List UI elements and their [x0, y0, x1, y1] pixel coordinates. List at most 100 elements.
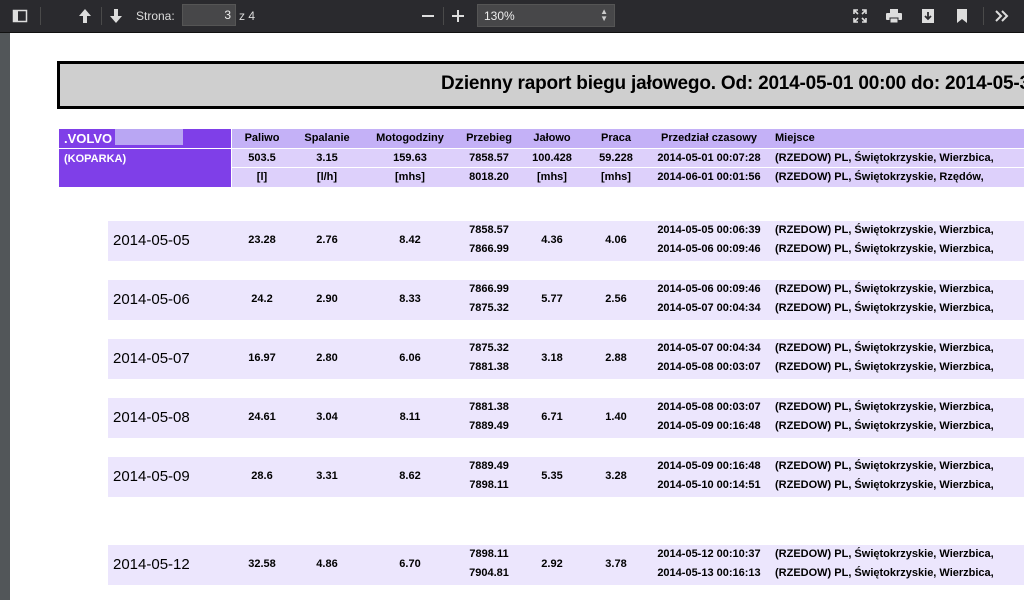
col-praca: Praca [601, 132, 631, 144]
page-total: z 4 [239, 9, 256, 23]
row-miejsce-end: (RZEDOW) PL, Świętokrzyskie, Wierzbica, [775, 567, 994, 579]
table-row: 2014-05-06 24.2 2.90 8.33 7866.99 7875.3… [108, 280, 1024, 320]
row-miejsce-end: (RZEDOW) PL, Świętokrzyskie, Wierzbica, [775, 479, 994, 491]
row-date: 2014-05-07 [113, 350, 190, 367]
print-icon[interactable] [882, 4, 906, 28]
row-jalowo: 4.36 [541, 234, 563, 246]
bookmark-icon[interactable] [950, 4, 974, 28]
zoom-value: 130% [484, 9, 515, 23]
row-przebieg-end: 7889.49 [469, 420, 509, 432]
row-czas-end: 2014-05-07 00:04:34 [657, 302, 761, 314]
col-przedzial: Przedział czasowy [661, 132, 757, 144]
row-date: 2014-05-05 [113, 232, 190, 249]
document-page: Dzienny raport biegu jałowego. Od: 2014-… [10, 33, 1024, 600]
summary-czas-start: 2014-05-01 00:07:28 [657, 152, 761, 164]
row-miejsce-start: (RZEDOW) PL, Świętokrzyskie, Wierzbica, [775, 401, 994, 413]
download-icon[interactable] [916, 4, 940, 28]
row-spalanie: 2.76 [316, 234, 338, 246]
row-miejsce-end: (RZEDOW) PL, Świętokrzyskie, Wierzbica, [775, 302, 994, 314]
sidebar-toggle-icon[interactable] [8, 4, 32, 28]
row-paliwo: 16.97 [248, 352, 276, 364]
row-spalanie: 4.86 [316, 558, 338, 570]
zoom-in-button[interactable] [446, 4, 470, 28]
row-czas-end: 2014-05-10 00:14:51 [657, 479, 761, 491]
row-praca: 4.06 [605, 234, 627, 246]
row-czas-start: 2014-05-06 00:09:46 [657, 283, 761, 295]
row-czas-start: 2014-05-05 00:06:39 [657, 224, 761, 236]
row-przebieg-end: 7904.81 [469, 567, 509, 579]
summary-miejsce-end: (RZEDOW) PL, Świętokrzyskie, Rzędów, [775, 171, 984, 183]
row-motogodziny: 8.62 [399, 470, 421, 482]
row-praca: 2.56 [605, 293, 627, 305]
row-jalowo: 3.18 [541, 352, 563, 364]
col-miejsce: Miejsce [775, 132, 815, 144]
table-row: 2014-05-08 24.61 3.04 8.11 7881.38 7889.… [108, 398, 1024, 438]
arrow-down-icon[interactable] [104, 4, 128, 28]
page-number-input[interactable] [182, 4, 236, 26]
row-motogodziny: 6.06 [399, 352, 421, 364]
row-miejsce-start: (RZEDOW) PL, Świętokrzyskie, Wierzbica, [775, 548, 994, 560]
zoom-select[interactable]: 130% ▲ ▼ [477, 4, 615, 27]
row-praca: 3.78 [605, 558, 627, 570]
row-date: 2014-05-09 [113, 468, 190, 485]
toolbar-divider [983, 7, 984, 25]
row-paliwo: 32.58 [248, 558, 276, 570]
row-przebieg-end: 7875.32 [469, 302, 509, 314]
zoom-out-button[interactable] [416, 4, 440, 28]
row-przebieg-start: 7898.11 [469, 548, 509, 560]
toolbar-divider [101, 7, 102, 25]
row-motogodziny: 8.33 [399, 293, 421, 305]
unit-spalanie: [l/h] [316, 171, 338, 183]
row-jalowo: 5.35 [541, 470, 563, 482]
row-przebieg-start: 7866.99 [469, 283, 509, 295]
more-tools-icon[interactable] [990, 4, 1014, 28]
minus-icon [422, 15, 434, 17]
row-praca: 1.40 [605, 411, 627, 423]
unit-motogodziny: [mhs] [395, 171, 425, 183]
row-miejsce-start: (RZEDOW) PL, Świętokrzyskie, Wierzbica, [775, 460, 994, 472]
page-label: Strona: [136, 9, 175, 23]
row-jalowo: 5.77 [541, 293, 563, 305]
row-praca: 2.88 [605, 352, 627, 364]
report-title-box: Dzienny raport biegu jałowego. Od: 2014-… [57, 61, 1024, 109]
row-czas-start: 2014-05-07 00:04:34 [657, 342, 761, 354]
row-miejsce-end: (RZEDOW) PL, Świętokrzyskie, Wierzbica, [775, 243, 994, 255]
document-viewer[interactable]: Dzienny raport biegu jałowego. Od: 2014-… [0, 33, 1024, 600]
row-czas-start: 2014-05-09 00:16:48 [657, 460, 761, 472]
row-czas-end: 2014-05-08 00:03:07 [657, 361, 761, 373]
fullscreen-icon[interactable] [848, 4, 872, 28]
header-divider [232, 148, 1024, 149]
row-paliwo: 24.61 [248, 411, 276, 423]
col-przebieg: Przebieg [466, 132, 512, 144]
row-paliwo: 24.2 [251, 293, 273, 305]
unit-paliwo: [l] [256, 171, 268, 183]
row-spalanie: 3.04 [316, 411, 338, 423]
row-spalanie: 2.90 [316, 293, 338, 305]
summary-paliwo: 503.5 [248, 152, 276, 164]
row-miejsce-end: (RZEDOW) PL, Świętokrzyskie, Wierzbica, [775, 361, 994, 373]
summary-przebieg-end: 8018.20 [469, 171, 509, 183]
toolbar-divider [40, 7, 41, 25]
row-czas-end: 2014-05-09 00:16:48 [657, 420, 761, 432]
row-paliwo: 23.28 [248, 234, 276, 246]
summary-motogodziny: 159.63 [393, 152, 427, 164]
row-miejsce-start: (RZEDOW) PL, Świętokrzyskie, Wierzbica, [775, 224, 994, 236]
unit-praca: [mhs] [601, 171, 631, 183]
redacted-plate [115, 129, 183, 145]
summary-praca: 59.228 [599, 152, 633, 164]
row-date: 2014-05-12 [113, 556, 190, 573]
arrow-up-icon[interactable] [73, 4, 97, 28]
row-motogodziny: 8.11 [399, 411, 421, 423]
row-praca: 3.28 [605, 470, 627, 482]
row-przebieg-start: 7875.32 [469, 342, 509, 354]
pdf-toolbar: Strona: z 4 130% ▲▼ [0, 0, 1024, 33]
row-spalanie: 2.80 [316, 352, 338, 364]
table-row: 2014-05-09 28.6 3.31 8.62 7889.49 7898.1… [108, 457, 1024, 497]
summary-miejsce-start: (RZEDOW) PL, Świętokrzyskie, Wierzbica, [775, 152, 994, 164]
row-przebieg-start: 7858.57 [469, 224, 509, 236]
header-divider [59, 148, 231, 149]
row-date: 2014-05-08 [113, 409, 190, 426]
row-jalowo: 6.71 [541, 411, 563, 423]
row-miejsce-start: (RZEDOW) PL, Świętokrzyskie, Wierzbica, [775, 283, 994, 295]
row-czas-end: 2014-05-06 00:09:46 [657, 243, 761, 255]
